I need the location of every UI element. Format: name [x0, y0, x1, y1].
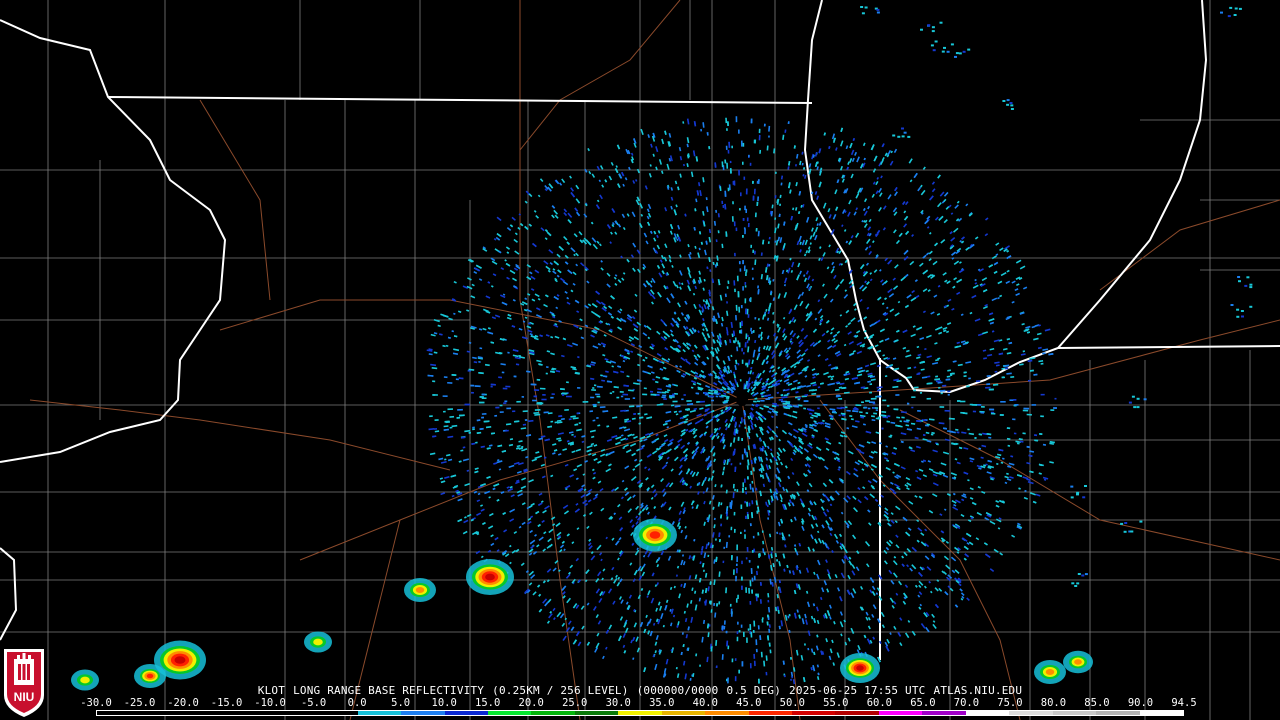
colorbar-segment — [1096, 711, 1140, 715]
colorbar-segment — [574, 711, 619, 715]
colorbar-segment — [531, 711, 575, 715]
highway — [29, 399, 451, 471]
highway — [1099, 199, 1280, 291]
scale-label: 25.0 — [562, 697, 588, 709]
highway — [199, 99, 271, 301]
storm-cells — [71, 518, 1093, 691]
colorbar-segment — [444, 711, 488, 715]
scale-label: 75.0 — [997, 697, 1023, 709]
colorbar-segment — [705, 711, 749, 715]
storm-cell — [404, 578, 436, 602]
wisconsin-illinois-border — [107, 96, 813, 104]
colorbar-segment — [140, 711, 184, 715]
storm-cell — [633, 518, 677, 552]
colorbar-segment — [835, 711, 879, 715]
colorbar-segment — [618, 711, 662, 715]
colorbar-segment — [1009, 711, 1053, 715]
scale-label: -30.0 — [80, 697, 112, 709]
colorbar-segment — [270, 711, 315, 715]
lake-michigan-west-shore — [803, 0, 1208, 394]
colorbar-segment — [227, 711, 271, 715]
scale-label: 90.0 — [1127, 697, 1154, 709]
scale-label: 45.0 — [736, 697, 762, 709]
scale-label: 70.0 — [953, 697, 980, 709]
scale-label: 0.0 — [347, 697, 367, 709]
colorbar-segment — [878, 711, 923, 715]
storm-cell — [304, 631, 332, 653]
radar-site-marker — [736, 394, 748, 406]
elevation-angle: 0.5 DEG) — [726, 684, 782, 697]
colorbar-segment — [748, 711, 792, 715]
mississippi-river-south — [0, 547, 18, 641]
colorbar-segment — [487, 711, 532, 715]
scale-label: 50.0 — [779, 697, 805, 709]
scale-label: 85.0 — [1084, 697, 1110, 709]
scale-label: -20.0 — [167, 697, 199, 709]
colorbar-segment — [314, 711, 358, 715]
radar-echoes — [426, 6, 1253, 685]
station-id: KLOT — [257, 684, 286, 697]
highway — [741, 319, 1280, 401]
storm-cell — [1063, 650, 1093, 674]
colorbar-segment — [1052, 711, 1097, 715]
colorbar-segment — [965, 711, 1010, 715]
niu-logo-icon: NIU — [4, 649, 44, 717]
storm-cell — [1034, 660, 1066, 684]
product-name: LONG RANGE BASE REFLECTIVITY — [293, 684, 485, 697]
colorbar-segment — [792, 711, 836, 715]
scale-label: 20.0 — [518, 697, 544, 709]
colorbar-segment — [922, 711, 966, 715]
scale-label: -10.0 — [254, 697, 286, 709]
scale-label: 15.0 — [475, 697, 501, 709]
volume-info: (000000/0000 — [636, 684, 719, 697]
colorbar-segment — [97, 711, 141, 715]
county-borders — [0, 0, 1280, 720]
mississippi-river-north — [0, 19, 227, 463]
timestamp: 2025-06-25 17:55 UTC — [789, 684, 926, 697]
scale-label: -5.0 — [300, 697, 327, 709]
colorbar-segment — [661, 711, 706, 715]
scale-label: 35.0 — [649, 697, 675, 709]
scale-label: 5.0 — [391, 697, 411, 709]
product-caption: KLOT LONG RANGE BASE REFLECTIVITY (0.25KM … — [0, 684, 1280, 698]
resolution: (0.25KM / 256 LEVEL) — [492, 684, 629, 697]
scale-label: 65.0 — [910, 697, 936, 709]
scale-label: -15.0 — [210, 697, 243, 709]
scale-label: 55.0 — [823, 697, 849, 709]
dbz-scale-labels: -30.0 -25.0 -20.0 -15.0 -10.0 -5.0 0.0 5.0 10.0 1… — [80, 697, 1196, 709]
scale-label: 10.0 — [431, 697, 457, 709]
logo-text: NIU — [14, 690, 35, 704]
scale-label: -25.0 — [123, 697, 156, 709]
storm-cell — [466, 559, 514, 595]
highway — [219, 299, 743, 401]
scale-label: 94.5 — [1171, 697, 1197, 709]
scale-label: 40.0 — [692, 697, 718, 709]
storm-cell — [840, 653, 880, 683]
dbz-colorbar — [96, 710, 1184, 716]
colorbar-segment — [1139, 711, 1183, 715]
colorbar-segment — [357, 711, 402, 715]
radar-map — [0, 0, 1280, 720]
scale-label: 80.0 — [1040, 697, 1067, 709]
colorbar-segment — [401, 711, 445, 715]
scale-label: 30.0 — [605, 697, 631, 709]
scale-label: 60.0 — [866, 697, 893, 709]
site-url: ATLAS.NIU.EDU — [933, 684, 1023, 697]
indiana-michigan-border — [1057, 345, 1280, 349]
colorbar-segment — [183, 711, 228, 715]
highway — [519, 0, 681, 151]
